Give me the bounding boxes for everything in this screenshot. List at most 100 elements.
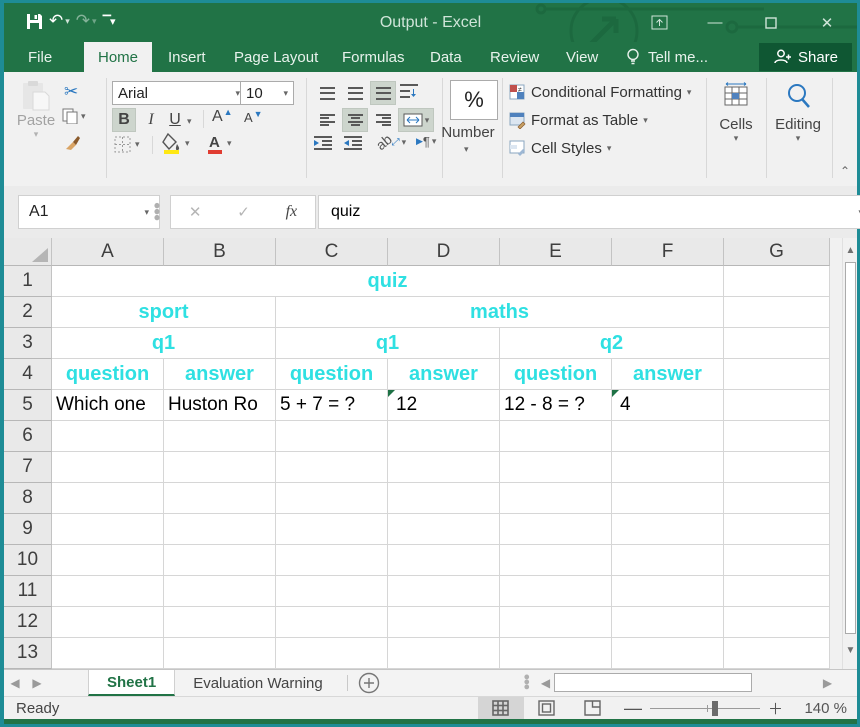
italic-button[interactable]: I <box>140 108 162 132</box>
cell-C3[interactable]: q1 <box>276 328 500 359</box>
cell-B12[interactable] <box>164 607 276 638</box>
cell-B11[interactable] <box>164 576 276 607</box>
cell-F10[interactable] <box>612 545 724 576</box>
font-size-combo[interactable]: 10▾ <box>240 81 294 105</box>
row-header-12[interactable]: 12 <box>4 607 52 638</box>
cell-G4[interactable] <box>724 359 830 390</box>
tab-insert[interactable]: Insert <box>154 42 220 72</box>
spreadsheet-grid[interactable]: ABCDEFG 12345678910111213 quizsportmaths… <box>4 238 842 669</box>
zoom-slider[interactable] <box>650 708 760 709</box>
enter-button[interactable]: ✓ <box>237 203 250 221</box>
tab-formulas[interactable]: Formulas <box>328 42 419 72</box>
align-left-button[interactable] <box>314 108 340 132</box>
cell-C9[interactable] <box>276 514 388 545</box>
cell-G12[interactable] <box>724 607 830 638</box>
zoom-in-button[interactable]: ＋ <box>768 698 783 719</box>
cell-B5[interactable]: Huston Ro <box>164 390 276 421</box>
cell-A3[interactable]: q1 <box>52 328 276 359</box>
zoom-level[interactable]: 140 % <box>791 700 847 717</box>
merge-center-button[interactable]: ▾ <box>398 108 434 132</box>
cell-C4[interactable]: question <box>276 359 388 390</box>
scroll-right-button[interactable]: ▶ <box>820 676 836 690</box>
cell-E4[interactable]: question <box>500 359 612 390</box>
column-header-B[interactable]: B <box>164 238 276 266</box>
name-box[interactable]: A1 ▾ <box>18 195 160 229</box>
cell-D8[interactable] <box>388 483 500 514</box>
cell-A4[interactable]: question <box>52 359 164 390</box>
cell-A6[interactable] <box>52 421 164 452</box>
format-painter-button[interactable] <box>64 134 81 151</box>
cells-button[interactable]: Cells▾ <box>710 82 762 144</box>
middle-align-button[interactable] <box>342 81 368 105</box>
formula-bar-splitter[interactable]: ⦁⦁⦁ <box>154 202 160 220</box>
underline-button[interactable]: U <box>164 108 186 132</box>
cell-A12[interactable] <box>52 607 164 638</box>
cell-F9[interactable] <box>612 514 724 545</box>
orientation-button[interactable]: ab⤢▾ <box>376 134 406 150</box>
cell-E13[interactable] <box>500 638 612 669</box>
borders-button[interactable]: ▾ <box>114 136 140 153</box>
row-header-8[interactable]: 8 <box>4 483 52 514</box>
tab-data[interactable]: Data <box>416 42 476 72</box>
share-button[interactable]: Share <box>759 43 852 71</box>
minimize-button[interactable]: — <box>693 3 737 42</box>
cell-A8[interactable] <box>52 483 164 514</box>
cell-C5[interactable]: 5 + 7 = ? <box>276 390 388 421</box>
cell-E12[interactable] <box>500 607 612 638</box>
cell-styles-button[interactable]: Cell Styles▾ <box>509 140 611 157</box>
cell-A13[interactable] <box>52 638 164 669</box>
insert-function-button[interactable]: fx <box>286 203 298 221</box>
save-button[interactable] <box>26 13 43 30</box>
cell-G6[interactable] <box>724 421 830 452</box>
cell-B13[interactable] <box>164 638 276 669</box>
tab-file[interactable]: File <box>14 42 66 72</box>
cell-A1[interactable]: quiz <box>52 266 724 297</box>
bottom-align-button[interactable] <box>370 81 396 105</box>
row-header-5[interactable]: 5 <box>4 390 52 421</box>
cell-G8[interactable] <box>724 483 830 514</box>
select-all-corner[interactable] <box>4 238 52 266</box>
paste-button[interactable]: Paste▾ <box>14 80 58 140</box>
row-header-2[interactable]: 2 <box>4 297 52 328</box>
font-color-button[interactable]: A ▾ <box>206 132 232 154</box>
cell-F12[interactable] <box>612 607 724 638</box>
cell-A11[interactable] <box>52 576 164 607</box>
cell-D13[interactable] <box>388 638 500 669</box>
cell-B7[interactable] <box>164 452 276 483</box>
cell-D5[interactable]: 12 <box>388 390 500 421</box>
column-header-A[interactable]: A <box>52 238 164 266</box>
increase-indent-button[interactable] <box>344 136 362 150</box>
cell-B10[interactable] <box>164 545 276 576</box>
page-layout-view-button[interactable] <box>524 697 570 720</box>
cell-D6[interactable] <box>388 421 500 452</box>
new-sheet-button[interactable] <box>354 670 384 696</box>
cell-C13[interactable] <box>276 638 388 669</box>
number-dropdown[interactable]: ▾ <box>464 144 469 155</box>
tab-page-layout[interactable]: Page Layout <box>220 42 332 72</box>
undo-button[interactable]: ↶▾ <box>49 11 70 31</box>
cell-E9[interactable] <box>500 514 612 545</box>
cell-F13[interactable] <box>612 638 724 669</box>
cell-G7[interactable] <box>724 452 830 483</box>
row-header-13[interactable]: 13 <box>4 638 52 669</box>
cell-B4[interactable]: answer <box>164 359 276 390</box>
redo-button[interactable]: ↷▾ <box>76 11 97 31</box>
bold-button[interactable]: B <box>112 108 136 132</box>
wrap-text-button[interactable] <box>400 83 418 99</box>
vertical-scrollbar[interactable]: ▲ ▼ <box>842 238 857 669</box>
vertical-scroll-thumb[interactable] <box>845 262 856 634</box>
cell-C2[interactable]: maths <box>276 297 724 328</box>
shrink-font-button[interactable]: A▼ <box>244 110 263 125</box>
cell-D9[interactable] <box>388 514 500 545</box>
cell-C6[interactable] <box>276 421 388 452</box>
cell-G5[interactable] <box>724 390 830 421</box>
cell-F4[interactable]: answer <box>612 359 724 390</box>
zoom-slider-thumb[interactable] <box>712 701 718 716</box>
cell-B8[interactable] <box>164 483 276 514</box>
fill-color-button[interactable]: ▾ <box>162 132 190 154</box>
horizontal-scroll-thumb[interactable] <box>554 673 752 692</box>
cell-A2[interactable]: sport <box>52 297 276 328</box>
sheet-tab-sheet1[interactable]: Sheet1 <box>88 670 175 696</box>
row-header-1[interactable]: 1 <box>4 266 52 297</box>
page-break-view-button[interactable] <box>570 697 616 720</box>
